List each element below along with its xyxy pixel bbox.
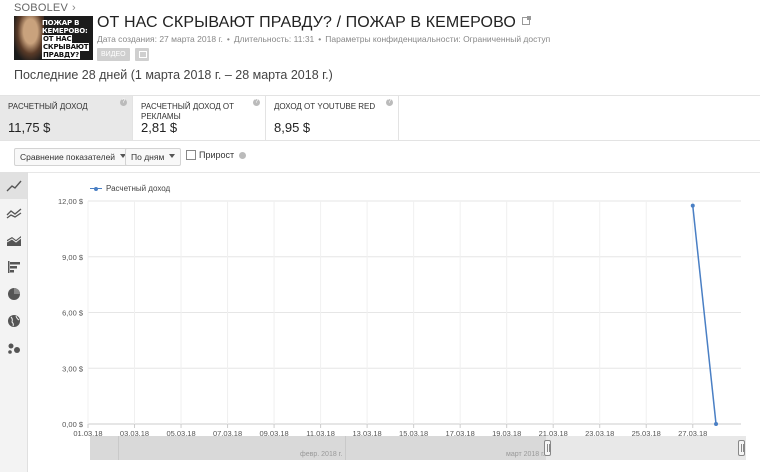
metric-label: РАСЧЕТНЫЙ ДОХОД ОТ РЕКЛАМЫ xyxy=(141,102,235,121)
help-icon[interactable]: ? xyxy=(386,99,393,106)
metric-value: 11,75 $ xyxy=(8,120,51,135)
metric-value: 8,95 $ xyxy=(274,120,311,135)
navigator-right-handle[interactable] xyxy=(738,440,745,456)
chart-type-sidebar xyxy=(0,172,28,472)
revenue-line-chart: 0,00 $3,00 $6,00 $9,00 $12,00 $01.03.18 0… xyxy=(58,197,741,438)
series-line xyxy=(692,205,717,425)
navigator-month-label: март 2018 г. xyxy=(506,451,545,458)
metric-value: 2,81 $ xyxy=(141,120,178,135)
data-point xyxy=(714,422,719,426)
line-chart-icon[interactable] xyxy=(0,172,27,199)
duration: Длительность: 11:31 xyxy=(233,34,315,44)
video-badges: ВИДЕО xyxy=(97,48,149,61)
y-tick-label: 12,00 $ xyxy=(58,197,84,206)
privacy-setting: Параметры конфиденциальности: Ограниченн… xyxy=(325,34,551,44)
created-date: Дата создания: 27 марта 2018 г. xyxy=(97,34,223,44)
metric-card-ad-revenue[interactable]: РАСЧЕТНЫЙ ДОХОД ОТ РЕКЛАМЫ 2,81 $ ? xyxy=(133,96,266,140)
pie-chart-icon[interactable] xyxy=(0,280,27,307)
thumbnail-text: ПОЖАР В КЕМЕРОВО: ОТ НАС СКРЫВАЮТ ПРАВДУ… xyxy=(42,19,92,59)
date-range: Последние 28 дней (1 марта 2018 г. – 28 … xyxy=(14,68,333,82)
chevron-down-icon xyxy=(169,154,176,158)
channel-link[interactable]: SOBOLEV xyxy=(14,2,68,14)
navigator-left-handle[interactable] xyxy=(544,440,551,456)
growth-label: Прирост xyxy=(199,150,235,160)
thumb-line: ПОЖАР В xyxy=(42,19,80,27)
navigator-divider xyxy=(345,436,346,460)
multi-line-chart-icon[interactable] xyxy=(0,199,27,226)
bubble-chart-icon[interactable] xyxy=(0,334,27,361)
breadcrumb-arrow: › xyxy=(71,2,76,14)
thumbnail-face xyxy=(14,16,44,60)
video-type-badge: ВИДЕО xyxy=(97,48,130,61)
video-meta: Дата создания: 27 марта 2018 г. • Длительн… xyxy=(97,34,550,44)
chart-controls: Сравнение показателей По дням Прирост xyxy=(0,148,760,166)
period-label: По дням xyxy=(131,152,165,162)
external-link-icon[interactable] xyxy=(521,16,531,25)
growth-toggle: Прирост xyxy=(186,150,247,160)
y-tick-label: 3,00 $ xyxy=(62,364,84,373)
navigator-month-label: февр. 2018 г. xyxy=(300,451,343,458)
y-tick-label: 0,00 $ xyxy=(62,420,84,429)
legend-marker xyxy=(90,186,102,191)
metric-card-youtube-red-revenue[interactable]: ДОХОД ОТ YOUTUBE RED 8,95 $ ? xyxy=(266,96,399,140)
metric-card-estimated-revenue[interactable]: РАСЧЕТНЫЙ ДОХОД 11,75 $ ? xyxy=(0,96,133,140)
data-point xyxy=(690,203,695,208)
thumb-line: ОТ НАС xyxy=(42,35,73,43)
help-icon[interactable]: ? xyxy=(120,99,127,106)
metric-label: ДОХОД ОТ YOUTUBE RED xyxy=(274,102,376,111)
separator-dot: • xyxy=(226,34,230,44)
growth-checkbox[interactable] xyxy=(186,150,196,160)
chart-area: 0,00 $3,00 $6,00 $9,00 $12,00 $01.03.18 0… xyxy=(28,172,760,472)
bar-chart-icon[interactable] xyxy=(0,253,27,280)
separator-dot: • xyxy=(318,34,322,44)
globe-map-icon[interactable] xyxy=(0,307,27,334)
y-tick-label: 6,00 $ xyxy=(62,309,84,318)
video-title[interactable]: ОТ НАС СКРЫВАЮТ ПРАВДУ? / ПОЖАР В КЕМЕРО… xyxy=(97,14,516,31)
legend-label: Расчетный доход xyxy=(106,184,171,193)
thumb-line: ПРАВДУ? xyxy=(42,51,81,59)
breadcrumb[interactable]: SOBOLEV › xyxy=(14,2,76,14)
metric-cards: РАСЧЕТНЫЙ ДОХОД 11,75 $ ? РАСЧЕТНЫЙ ДОХО… xyxy=(0,95,760,141)
area-chart-icon[interactable] xyxy=(0,226,27,253)
y-tick-label: 9,00 $ xyxy=(62,253,84,262)
metric-label: РАСЧЕТНЫЙ ДОХОД xyxy=(8,102,88,111)
help-icon[interactable]: ? xyxy=(253,99,260,106)
thumb-line: КЕМЕРОВО: xyxy=(42,27,88,35)
video-title-row: ОТ НАС СКРЫВАЮТ ПРАВДУ? / ПОЖАР В КЕМЕРО… xyxy=(97,14,531,32)
video-thumbnail[interactable]: ПОЖАР В КЕМЕРОВО: ОТ НАС СКРЫВАЮТ ПРАВДУ… xyxy=(14,16,93,60)
period-dropdown[interactable]: По дням xyxy=(125,148,182,166)
chart-legend: Расчетный доход xyxy=(90,184,170,193)
thumb-line: СКРЫВАЮТ xyxy=(42,43,90,51)
range-navigator[interactable]: февр. 2018 г. март 2018 г. xyxy=(90,436,746,460)
compare-label: Сравнение показателей xyxy=(20,152,116,162)
computer-icon xyxy=(134,48,149,61)
help-icon[interactable] xyxy=(239,151,247,159)
compare-metrics-dropdown[interactable]: Сравнение показателей xyxy=(14,148,133,166)
navigator-divider xyxy=(118,436,119,460)
